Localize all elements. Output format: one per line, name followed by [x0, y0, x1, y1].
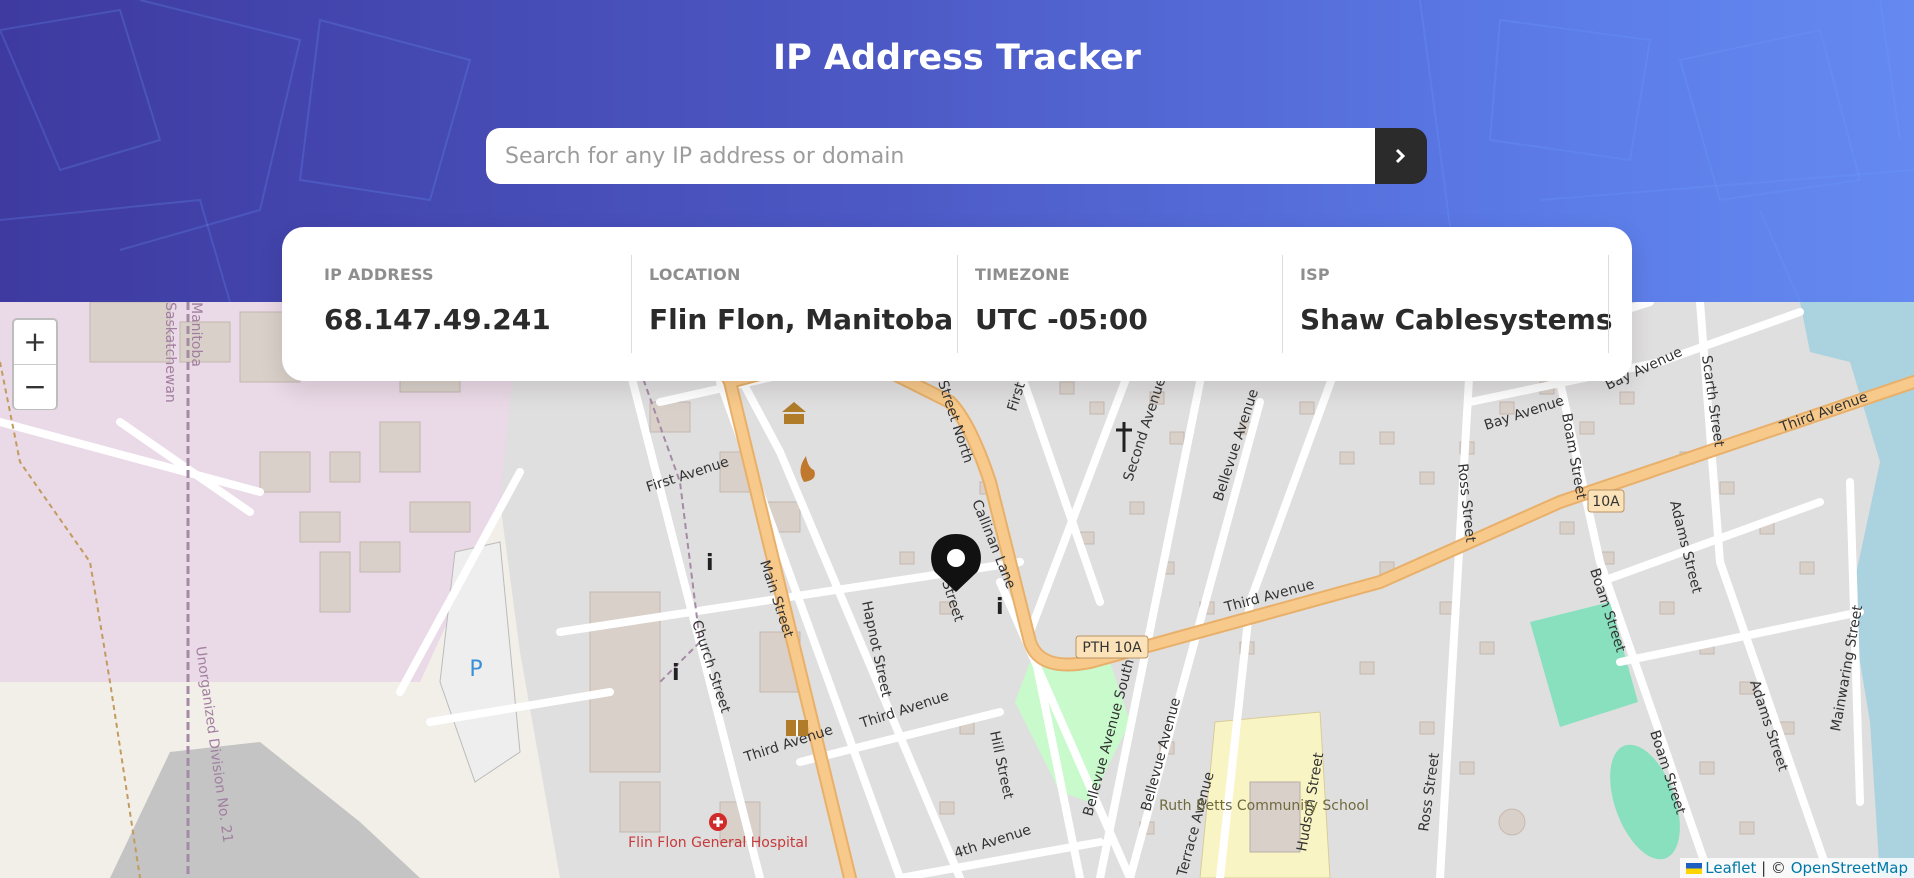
leaflet-link[interactable]: Leaflet	[1705, 859, 1756, 877]
circle-landmark	[1498, 808, 1526, 836]
search-input[interactable]	[486, 128, 1375, 184]
info-label: IP ADDRESS	[324, 265, 434, 284]
svg-text:i: i	[706, 551, 714, 576]
region-label: Manitoba	[188, 302, 204, 367]
ip-info-card: IP ADDRESS 68.147.49.241 LOCATION Flin F…	[282, 227, 1632, 381]
route-shield-10a-label: 10A	[1592, 494, 1620, 510]
school-building	[1249, 781, 1301, 853]
chevron-right-icon	[1395, 148, 1406, 164]
info-value: UTC -05:00	[975, 303, 1148, 336]
info-isp: ISP Shaw Cablesystems	[1258, 227, 1612, 381]
search-submit-button[interactable]	[1375, 128, 1427, 184]
openstreetmap-link[interactable]: OpenStreetMap	[1791, 859, 1908, 877]
map-attribution: Leaflet | © OpenStreetMap	[1680, 858, 1914, 878]
zoom-in-button[interactable]: +	[14, 320, 56, 365]
school-label: Ruth Betts Community School	[1159, 798, 1369, 814]
route-shield-pth: PTH 10A	[1075, 635, 1149, 659]
library-icon	[786, 720, 808, 736]
info-icon: i	[706, 551, 714, 576]
info-location: LOCATION Flin Flon, Manitoba	[607, 227, 953, 381]
info-label: LOCATION	[649, 265, 741, 284]
info-label: ISP	[1300, 265, 1330, 284]
route-shield-10a: 10A	[1587, 489, 1625, 513]
attribution-separator: | ©	[1756, 859, 1791, 877]
svg-text:i: i	[672, 661, 680, 686]
route-shield-pth-label: PTH 10A	[1082, 640, 1142, 656]
zoom-control: + −	[12, 318, 58, 410]
zoom-out-button[interactable]: −	[14, 365, 56, 409]
ukraine-flag-icon	[1686, 863, 1703, 874]
info-divider	[1608, 255, 1609, 353]
info-icon: i	[672, 661, 680, 686]
info-ip-address: IP ADDRESS 68.147.49.241	[282, 227, 607, 381]
info-value: Flin Flon, Manitoba	[649, 303, 954, 336]
page-title: IP Address Tracker	[773, 38, 1141, 78]
search-bar	[486, 128, 1427, 184]
info-label: TIMEZONE	[975, 265, 1070, 284]
parking-label: P	[469, 657, 482, 682]
region-label: Saskatchewan	[162, 302, 178, 403]
svg-text:i: i	[996, 595, 1004, 620]
map-view[interactable]: PTH 10A 10A Main Street First Avenue Chu…	[0, 302, 1914, 878]
map-canvas: PTH 10A 10A Main Street First Avenue Chu…	[0, 302, 1914, 878]
info-value: Shaw Cablesystems	[1300, 303, 1613, 336]
info-value: 68.147.49.241	[324, 303, 551, 336]
hospital-label: Flin Flon General Hospital	[628, 835, 808, 851]
info-icon: i	[996, 595, 1004, 620]
info-timezone: TIMEZONE UTC -05:00	[933, 227, 1258, 381]
